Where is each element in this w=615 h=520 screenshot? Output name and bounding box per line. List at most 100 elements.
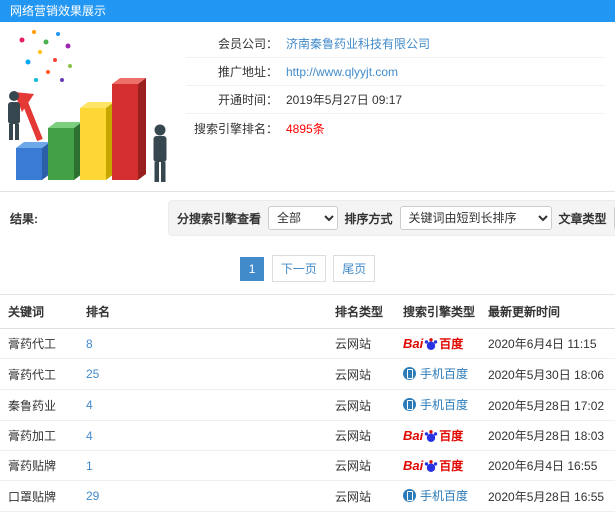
promo-url-link[interactable]: http://www.qlyyjt.com [286, 65, 398, 79]
baidu-paw-icon [425, 337, 438, 350]
keyword-cell: 秦鲁药业 [0, 389, 80, 421]
engine-filter-label: 分搜索引擎查看 [177, 211, 262, 226]
pagination-next-button[interactable]: 下一页 [271, 255, 326, 282]
rank-type-cell: 云网站 [329, 480, 397, 512]
rank-type-cell: 云网站 [329, 358, 397, 390]
rank-link[interactable]: 29 [86, 489, 99, 503]
promo-url-label: 推广地址： [217, 65, 278, 79]
open-time-label: 开通时间： [217, 93, 278, 107]
sort-label: 排序方式 [344, 211, 393, 226]
keyword-cell: 膏药贴牌 [0, 450, 80, 481]
page: 网络营销效果展示 会员公司： 济南秦鲁药业科技有限公司 推广地址： http:/… [0, 0, 615, 520]
engine-filter-select[interactable]: 全部 [268, 206, 338, 230]
results-filter-section: 结果: 分搜索引擎查看 全部 排序方式 关键词由短到长排序 文章类型 全部 提交 [0, 192, 615, 244]
results-table: 关键词 排名 排名类型 搜索引擎类型 最新更新时间 膏药代工 8 云网站 Bai [0, 294, 615, 520]
baidu-logo: Bai 百度 [403, 427, 463, 444]
engine-cell: Bai 百度 手机百度 [397, 420, 482, 451]
results-table-head: 关键词 排名 排名类型 搜索引擎类型 最新更新时间 [0, 294, 615, 329]
table-row: 口罩贴牌 29 云网站 Bai 百度 手机百度 [0, 480, 615, 512]
engine-cell: Bai 百度 手机百度 [397, 480, 482, 512]
confetti-dots [19, 30, 72, 82]
person-right-silhouette [153, 124, 167, 182]
mobile-baidu-label: 手机百度 [420, 489, 469, 503]
rank-type-cell: 云网站 [329, 511, 397, 520]
info-row-url: 推广地址： http://www.qlyyjt.com [186, 58, 605, 86]
header-rank: 排名 [80, 294, 329, 329]
keyword-cell: 膏药代工 [0, 328, 80, 359]
update-time-cell: 2020年6月4日 11:15 [482, 328, 615, 359]
baidu-logo: Bai 百度 [403, 457, 463, 474]
open-time-value: 2019年5月27日 09:17 [286, 93, 403, 107]
keyword-cell: 膏药加工 [0, 420, 80, 451]
update-time-cell: 2020年5月28日 17:02 [482, 389, 615, 421]
info-row-open-time: 开通时间： 2019年5月27日 09:17 [186, 86, 605, 114]
info-row-company: 会员公司： 济南秦鲁药业科技有限公司 [186, 30, 605, 58]
info-row-rank-count: 搜索引擎排名： 4895条 [186, 114, 605, 142]
baidu-logo-suffix: 百度 [439, 459, 464, 473]
engine-cell: Bai 百度 手机百度 [397, 450, 482, 481]
results-section-label: 结果: [10, 211, 38, 226]
mobile-baidu: 手机百度 [403, 396, 468, 413]
mobile-baidu: 手机百度 [403, 365, 468, 382]
update-time-cell: 2020年6月20日 09:25 [482, 511, 615, 520]
hero-section: 会员公司： 济南秦鲁药业科技有限公司 推广地址： http://www.qlyy… [0, 22, 615, 192]
rank-count-label: 搜索引擎排名： [193, 121, 278, 136]
pagination-last-button[interactable]: 尾页 [333, 255, 376, 282]
pagination: 1 下一页 尾页 [0, 244, 615, 294]
company-link[interactable]: 济南秦鲁药业科技有限公司 [286, 35, 430, 52]
engine-cell: Bai 百度 手机百度 [397, 328, 482, 359]
marketing-illustration [0, 22, 182, 191]
baidu-logo: Bai 百度 [403, 335, 463, 352]
table-row: 膏药代工 25 云网站 Bai 百度 手机百度 [0, 358, 615, 390]
baidu-paw-icon [425, 459, 438, 472]
rank-link[interactable]: 4 [86, 429, 93, 443]
sort-select[interactable]: 关键词由短到长排序 [399, 206, 552, 230]
article-type-label: 文章类型 [558, 211, 607, 226]
rank-link[interactable]: 25 [86, 367, 99, 381]
pagination-current-page[interactable]: 1 [239, 257, 265, 281]
results-table-body: 膏药代工 8 云网站 Bai 百度 手机百度 [0, 328, 615, 520]
baidu-logo-prefix: Bai [403, 428, 424, 443]
rank-link[interactable]: 1 [86, 459, 93, 473]
header-row: 关键词 排名 排名类型 搜索引擎类型 最新更新时间 [0, 294, 615, 329]
update-time-cell: 2020年5月30日 18:06 [482, 358, 615, 390]
rank-type-cell: 云网站 [329, 389, 397, 421]
rank-type-cell: 云网站 [329, 420, 397, 451]
update-time-cell: 2020年5月28日 16:55 [482, 480, 615, 512]
keyword-cell: 口罩贴牌 [0, 480, 80, 512]
bar-chart-illustration [8, 30, 167, 182]
table-row: 金华防护服 17,25 云网站 Bai 百度 手机百度 [0, 511, 615, 520]
company-label: 会员公司： [217, 37, 278, 51]
table-row: 膏药贴牌 1 云网站 Bai 百度 手机百度 [0, 450, 615, 481]
engine-cell: Bai 百度 手机百度 [397, 511, 482, 520]
baidu-paw-icon [425, 429, 438, 442]
mobile-phone-icon [403, 398, 416, 411]
title-bar: 网络营销效果展示 [0, 0, 615, 22]
engine-cell: Bai 百度 手机百度 [397, 389, 482, 421]
table-row: 秦鲁药业 4 云网站 Bai 百度 手机百度 [0, 389, 615, 421]
table-row: 膏药代工 8 云网站 Bai 百度 手机百度 [0, 328, 615, 359]
page-title: 网络营销效果展示 [10, 4, 107, 18]
rank-link[interactable]: 4 [86, 398, 93, 412]
header-rank-type: 排名类型 [329, 294, 397, 329]
rank-type-cell: 云网站 [329, 450, 397, 481]
table-row: 膏药加工 4 云网站 Bai 百度 手机百度 [0, 420, 615, 451]
mobile-phone-icon [403, 489, 416, 502]
baidu-logo-prefix: Bai [403, 336, 424, 351]
engine-cell: Bai 百度 手机百度 [397, 358, 482, 390]
update-time-cell: 2020年6月4日 16:55 [482, 450, 615, 481]
mobile-baidu-label: 手机百度 [420, 398, 469, 412]
person-left-silhouette [8, 91, 20, 140]
keyword-cell: 金华防护服 [0, 511, 80, 520]
header-engine-type: 搜索引擎类型 [397, 294, 482, 329]
baidu-logo-suffix: 百度 [439, 337, 464, 351]
member-info-panel: 会员公司： 济南秦鲁药业科技有限公司 推广地址： http://www.qlyy… [182, 22, 615, 191]
rank-link[interactable]: 8 [86, 337, 93, 351]
baidu-logo-suffix: 百度 [439, 429, 464, 443]
header-update-time: 最新更新时间 [482, 294, 615, 329]
baidu-logo-prefix: Bai [403, 458, 424, 473]
keyword-cell: 膏药代工 [0, 358, 80, 390]
filter-bar: 分搜索引擎查看 全部 排序方式 关键词由短到长排序 文章类型 全部 提交 [168, 200, 615, 236]
mobile-baidu-label: 手机百度 [420, 367, 469, 381]
rank-count-value: 4895条 [286, 121, 325, 136]
